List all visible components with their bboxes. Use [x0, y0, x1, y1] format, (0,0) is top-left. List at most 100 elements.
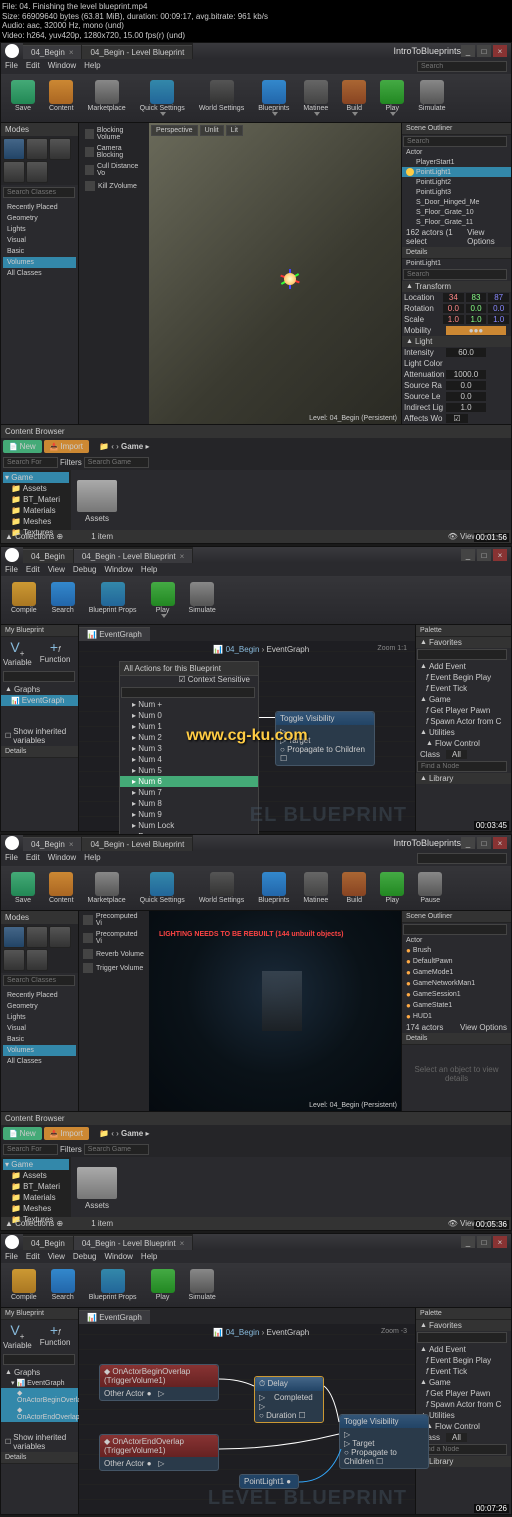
new-button[interactable]: 📄 New — [3, 440, 42, 453]
add-variable-button[interactable]: V+Variable — [3, 1322, 32, 1350]
menu-window[interactable]: Window — [48, 61, 76, 72]
menu-help[interactable]: Help — [141, 1252, 157, 1261]
toggle-visibility-node[interactable]: Toggle Visibility ▷▷ Target○ Propagate t… — [339, 1414, 429, 1469]
outliner-row[interactable]: S_Floor_Grate_10 — [402, 207, 511, 217]
content-button[interactable]: Content — [43, 78, 80, 118]
search-button[interactable]: Search — [45, 1267, 81, 1303]
viewport-unlit-button[interactable]: Unlit — [200, 125, 224, 136]
flow-control-cat[interactable]: ▲Flow Control — [416, 1421, 511, 1432]
place-mode-icon[interactable] — [3, 926, 25, 948]
mode-cat-item[interactable]: Visual — [3, 235, 76, 246]
palette-search-input[interactable] — [417, 649, 507, 660]
import-button[interactable]: 📥 Import — [44, 440, 89, 453]
find-node-input[interactable] — [417, 1444, 507, 1455]
maximize-icon[interactable]: □ — [477, 549, 491, 561]
marketplace-button[interactable]: Marketplace — [82, 78, 132, 118]
close-icon[interactable]: × — [493, 549, 507, 561]
event-begin-play[interactable]: f Event Begin Play — [416, 672, 511, 683]
place-item[interactable]: Precomputed Vi — [79, 911, 149, 929]
bp-search-input[interactable] — [3, 1354, 75, 1365]
context-menu-item[interactable]: ▸ Num 0 — [120, 710, 258, 721]
mode-cat-item[interactable]: All Classes — [3, 268, 76, 279]
level-viewport[interactable]: Perspective Unlit Lit Level: 04_Begin (P… — [149, 123, 401, 424]
affects-row[interactable]: Affects Wo☑ — [402, 413, 511, 424]
context-menu-item[interactable]: ▸ Num 9 — [120, 809, 258, 820]
mode-cat-item[interactable]: Recently Placed — [3, 990, 76, 1001]
compile-button[interactable]: Compile — [5, 1267, 43, 1303]
filters-button[interactable]: Filters — [60, 1145, 82, 1154]
outliner-row[interactable]: ● GameSession1 — [402, 989, 511, 1000]
save-button[interactable]: Save — [5, 78, 41, 118]
place-item[interactable]: Kill ZVolume — [81, 179, 147, 193]
outliner-row[interactable]: PlayerStart1 — [402, 157, 511, 167]
outliner-row[interactable]: ● Brush — [402, 945, 511, 956]
place-item[interactable]: Blocking Volume — [81, 125, 147, 143]
search-classes-input[interactable] — [3, 975, 75, 986]
search-classes-input[interactable] — [3, 187, 75, 198]
mode-cat-item[interactable]: Geometry — [3, 213, 76, 224]
world-settings-button[interactable]: World Settings — [193, 870, 250, 906]
console-input[interactable] — [417, 61, 507, 72]
outliner-row[interactable]: S_Floor_Grate_11 — [402, 217, 511, 227]
menu-debug[interactable]: Debug — [73, 1252, 97, 1261]
cb-tree-node[interactable]: 📁 BT_Materi — [3, 494, 69, 505]
outliner-row[interactable]: S_Door_Hinged_Me — [402, 197, 511, 207]
menu-window[interactable]: Window — [104, 1252, 132, 1261]
tab-level[interactable]: 04_Begin× — [23, 837, 81, 851]
build-button[interactable]: Build — [336, 870, 372, 906]
end-overlap-node[interactable]: ◆ OnActorEndOverlap (TriggerVolume1) Oth… — [99, 1434, 219, 1471]
minimize-icon[interactable]: _ — [461, 837, 475, 849]
menu-view[interactable]: View — [48, 1252, 65, 1261]
import-button[interactable]: 📥 Import — [44, 1127, 89, 1140]
tab-level-bp[interactable]: 04_Begin - Level Blueprint× — [74, 549, 193, 563]
context-search-input[interactable] — [121, 687, 255, 698]
blueprints-button[interactable]: Blueprints — [252, 78, 295, 118]
cb-search-input[interactable] — [3, 457, 58, 468]
tab-level-bp[interactable]: 04_Begin - Level Blueprint — [82, 837, 192, 851]
bp-props-button[interactable]: Blueprint Props — [83, 580, 143, 620]
place-item[interactable]: Trigger Volume — [79, 961, 149, 975]
mode-cat-item[interactable]: Basic — [3, 1034, 76, 1045]
eventgraph-tab[interactable]: 📊 EventGraph — [79, 1310, 150, 1324]
outliner-row[interactable]: PointLight3 — [402, 187, 511, 197]
collections-button[interactable]: ▲ Collections ⊕ — [5, 1219, 63, 1228]
menu-edit[interactable]: Edit — [26, 61, 40, 72]
play-button[interactable]: Play — [374, 870, 410, 906]
context-menu-item[interactable]: ▸ Num 5 — [120, 765, 258, 776]
outliner-row[interactable]: ● DefaultPawn — [402, 956, 511, 967]
class-filter[interactable]: Class All — [416, 749, 511, 760]
marketplace-button[interactable]: Marketplace — [82, 870, 132, 906]
close-tab-icon[interactable]: × — [69, 48, 74, 57]
utilities-cat[interactable]: ▲Utilities — [416, 727, 511, 738]
mode-cat-item[interactable]: Basic — [3, 246, 76, 257]
viewport-perspective-button[interactable]: Perspective — [151, 125, 198, 136]
menu-help[interactable]: Help — [141, 565, 157, 574]
mode-cat-item[interactable]: Volumes — [3, 257, 76, 268]
menu-file[interactable]: File — [5, 61, 18, 72]
context-menu-item[interactable]: ▸ Num 4 — [120, 754, 258, 765]
palette-search-input[interactable] — [417, 1332, 507, 1343]
context-menu-item[interactable]: ▸ Num Lock — [120, 820, 258, 831]
foliage-mode-icon[interactable] — [3, 161, 25, 183]
find-node-input[interactable] — [417, 761, 507, 772]
menu-window[interactable]: Window — [104, 565, 132, 574]
add-function-button[interactable]: +fFunction — [40, 1322, 71, 1350]
maximize-icon[interactable]: □ — [477, 45, 491, 57]
paint-mode-icon[interactable] — [26, 138, 48, 160]
pause-button[interactable]: Pause — [412, 870, 448, 906]
simulate-button[interactable]: Simulate — [183, 580, 222, 620]
close-icon[interactable]: × — [493, 45, 507, 57]
play-button[interactable]: Play — [145, 580, 181, 620]
event-begin-play[interactable]: f Event Begin Play — [416, 1355, 511, 1366]
close-tab-icon[interactable]: × — [180, 552, 185, 561]
light-section[interactable]: ▲ Light — [402, 336, 511, 347]
transform-gizmo[interactable] — [270, 259, 310, 299]
get-player-pawn[interactable]: f Get Player Pawn — [416, 705, 511, 716]
menu-file[interactable]: File — [5, 1252, 18, 1261]
place-item[interactable]: Reverb Volume — [79, 947, 149, 961]
content-button[interactable]: Content — [43, 870, 80, 906]
maximize-icon[interactable]: □ — [477, 837, 491, 849]
graph-tree-item[interactable]: ◆ OnActorEndOverlap — [1, 1405, 78, 1422]
add-event-cat[interactable]: ▲Add Event — [416, 661, 511, 672]
quick-settings-button[interactable]: Quick Settings — [134, 870, 191, 906]
